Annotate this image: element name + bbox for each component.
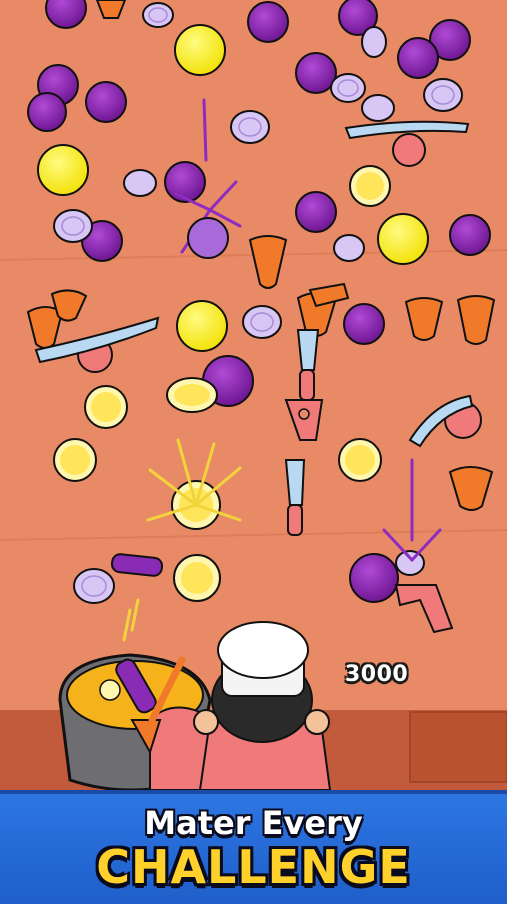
knife[interactable] <box>284 459 306 536</box>
banner-title-line1: Mater Every <box>144 804 363 842</box>
lemon-slice[interactable] <box>84 385 128 429</box>
onion-slice[interactable] <box>142 2 174 28</box>
onion[interactable] <box>85 81 127 123</box>
lemon-slice[interactable] <box>338 438 382 482</box>
onion-slice[interactable] <box>333 234 365 262</box>
onion[interactable] <box>164 161 206 203</box>
onion[interactable] <box>27 92 67 132</box>
game-scene[interactable] <box>0 0 507 900</box>
knife[interactable] <box>296 329 320 401</box>
onion-slice[interactable] <box>395 550 425 576</box>
lemon-slice[interactable] <box>166 377 218 413</box>
lemon-slice[interactable] <box>173 554 221 602</box>
lemon-slice[interactable] <box>53 438 97 482</box>
onion[interactable] <box>397 37 439 79</box>
onion-slice[interactable] <box>423 78 463 112</box>
onion[interactable] <box>349 553 399 603</box>
lemon[interactable] <box>37 144 89 196</box>
promo-banner: Mater Every CHALLENGE <box>0 790 507 904</box>
onion-slice[interactable] <box>242 305 282 339</box>
onion-slice[interactable] <box>53 209 93 243</box>
onion-slice[interactable] <box>73 568 115 604</box>
lemon[interactable] <box>176 300 228 352</box>
onion-slice[interactable] <box>230 110 270 144</box>
onion-slice[interactable] <box>123 169 157 197</box>
score-popup: 3000 <box>345 662 409 687</box>
onion-slice[interactable] <box>361 94 395 122</box>
onion[interactable] <box>295 52 337 94</box>
onion[interactable] <box>449 214 491 256</box>
onion-slice[interactable] <box>361 26 387 58</box>
onion-slice[interactable] <box>110 553 164 577</box>
banner-title-line2: CHALLENGE <box>96 840 411 894</box>
onion[interactable] <box>247 1 289 43</box>
onion[interactable] <box>295 191 337 233</box>
onion[interactable] <box>343 303 385 345</box>
onion-slice[interactable] <box>330 73 366 103</box>
lemon[interactable] <box>174 24 226 76</box>
lemon[interactable] <box>377 213 429 265</box>
lemon-slice[interactable] <box>349 165 391 207</box>
